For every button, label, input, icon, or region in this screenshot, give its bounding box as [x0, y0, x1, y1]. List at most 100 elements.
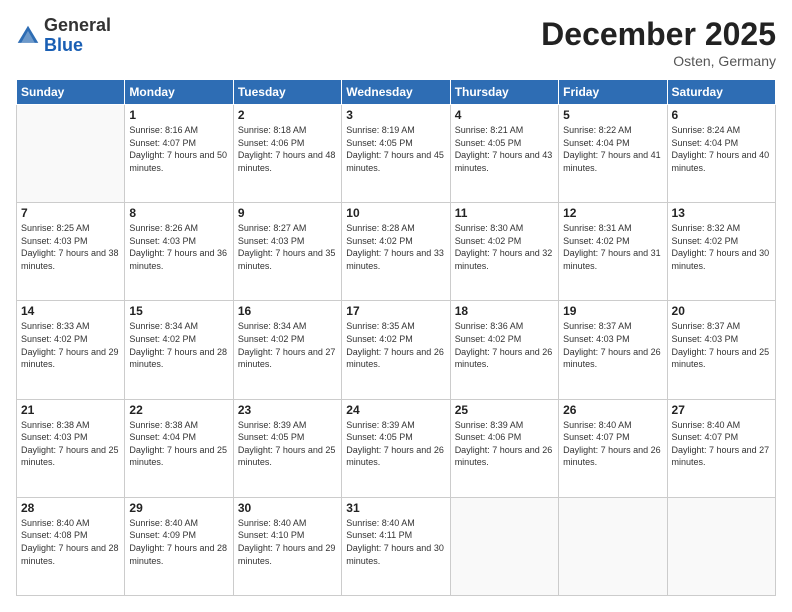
calendar-cell: 15Sunrise: 8:34 AMSunset: 4:02 PMDayligh…: [125, 301, 233, 399]
calendar-week-1: 1 Sunrise: 8:16 AMSunset: 4:07 PMDaylight…: [17, 105, 776, 203]
day-info: Sunrise: 8:34 AMSunset: 4:02 PMDaylight:…: [238, 320, 337, 370]
calendar-cell: 21 Sunrise: 8:38 AMSunset: 4:03 PMDayligh…: [17, 399, 125, 497]
calendar-cell: 13 Sunrise: 8:32 AMSunset: 4:02 PMDayligh…: [667, 203, 775, 301]
calendar-cell: 9Sunrise: 8:27 AMSunset: 4:03 PMDaylight…: [233, 203, 341, 301]
calendar-cell: 30Sunrise: 8:40 AMSunset: 4:10 PMDayligh…: [233, 497, 341, 595]
day-number: 26: [563, 403, 662, 417]
calendar-cell: 28 Sunrise: 8:40 AMSunset: 4:08 PMDayligh…: [17, 497, 125, 595]
day-info: Sunrise: 8:31 AMSunset: 4:02 PMDaylight:…: [563, 222, 662, 272]
calendar-header-monday: Monday: [125, 80, 233, 105]
calendar-cell: 12 Sunrise: 8:31 AMSunset: 4:02 PMDayligh…: [559, 203, 667, 301]
calendar-header-wednesday: Wednesday: [342, 80, 450, 105]
calendar-header-sunday: Sunday: [17, 80, 125, 105]
day-number: 25: [455, 403, 554, 417]
day-info: Sunrise: 8:40 AMSunset: 4:09 PMDaylight:…: [129, 517, 228, 567]
day-info: Sunrise: 8:18 AMSunset: 4:06 PMDaylight:…: [238, 124, 337, 174]
logo-text: General Blue: [44, 16, 111, 56]
logo: General Blue: [16, 16, 111, 56]
calendar-cell: 1 Sunrise: 8:16 AMSunset: 4:07 PMDaylight…: [125, 105, 233, 203]
day-number: 29: [129, 501, 228, 515]
day-info: Sunrise: 8:37 AMSunset: 4:03 PMDaylight:…: [563, 320, 662, 370]
day-info: Sunrise: 8:26 AMSunset: 4:03 PMDaylight:…: [129, 222, 228, 272]
calendar-cell: 8 Sunrise: 8:26 AMSunset: 4:03 PMDaylight…: [125, 203, 233, 301]
calendar-cell: 23 Sunrise: 8:39 AMSunset: 4:05 PMDayligh…: [233, 399, 341, 497]
calendar-cell: 25 Sunrise: 8:39 AMSunset: 4:06 PMDayligh…: [450, 399, 558, 497]
day-number: 13: [672, 206, 771, 220]
day-info: Sunrise: 8:22 AMSunset: 4:04 PMDaylight:…: [563, 124, 662, 174]
calendar-cell: [559, 497, 667, 595]
day-info: Sunrise: 8:32 AMSunset: 4:02 PMDaylight:…: [672, 222, 771, 272]
day-number: 17: [346, 304, 445, 318]
calendar-cell: 27Sunrise: 8:40 AMSunset: 4:07 PMDayligh…: [667, 399, 775, 497]
month-title: December 2025: [541, 16, 776, 53]
location: Osten, Germany: [541, 53, 776, 69]
calendar-header-tuesday: Tuesday: [233, 80, 341, 105]
calendar-week-4: 21 Sunrise: 8:38 AMSunset: 4:03 PMDayligh…: [17, 399, 776, 497]
day-info: Sunrise: 8:30 AMSunset: 4:02 PMDaylight:…: [455, 222, 554, 272]
day-number: 19: [563, 304, 662, 318]
day-number: 3: [346, 108, 445, 122]
calendar-cell: 26Sunrise: 8:40 AMSunset: 4:07 PMDayligh…: [559, 399, 667, 497]
day-number: 7: [21, 206, 120, 220]
calendar-cell: [17, 105, 125, 203]
day-info: Sunrise: 8:36 AMSunset: 4:02 PMDaylight:…: [455, 320, 554, 370]
title-block: December 2025 Osten, Germany: [541, 16, 776, 69]
calendar-body: 1 Sunrise: 8:16 AMSunset: 4:07 PMDaylight…: [17, 105, 776, 596]
day-info: Sunrise: 8:16 AMSunset: 4:07 PMDaylight:…: [129, 124, 228, 174]
day-number: 2: [238, 108, 337, 122]
calendar-header-row: SundayMondayTuesdayWednesdayThursdayFrid…: [17, 80, 776, 105]
header: General Blue December 2025 Osten, German…: [16, 16, 776, 69]
day-number: 24: [346, 403, 445, 417]
calendar-cell: 18 Sunrise: 8:36 AMSunset: 4:02 PMDayligh…: [450, 301, 558, 399]
day-number: 6: [672, 108, 771, 122]
day-number: 20: [672, 304, 771, 318]
day-number: 9: [238, 206, 337, 220]
day-info: Sunrise: 8:35 AMSunset: 4:02 PMDaylight:…: [346, 320, 445, 370]
calendar-cell: 7 Sunrise: 8:25 AMSunset: 4:03 PMDaylight…: [17, 203, 125, 301]
day-number: 21: [21, 403, 120, 417]
day-number: 12: [563, 206, 662, 220]
calendar-cell: 10Sunrise: 8:28 AMSunset: 4:02 PMDayligh…: [342, 203, 450, 301]
day-number: 31: [346, 501, 445, 515]
day-number: 14: [21, 304, 120, 318]
day-info: Sunrise: 8:39 AMSunset: 4:05 PMDaylight:…: [346, 419, 445, 469]
calendar-header-saturday: Saturday: [667, 80, 775, 105]
day-info: Sunrise: 8:39 AMSunset: 4:06 PMDaylight:…: [455, 419, 554, 469]
calendar-cell: [450, 497, 558, 595]
day-info: Sunrise: 8:40 AMSunset: 4:10 PMDaylight:…: [238, 517, 337, 567]
day-number: 11: [455, 206, 554, 220]
day-number: 1: [129, 108, 228, 122]
logo-blue: Blue: [44, 36, 111, 56]
day-number: 10: [346, 206, 445, 220]
page: General Blue December 2025 Osten, German…: [0, 0, 792, 612]
calendar-header-thursday: Thursday: [450, 80, 558, 105]
calendar-week-5: 28 Sunrise: 8:40 AMSunset: 4:08 PMDayligh…: [17, 497, 776, 595]
day-number: 18: [455, 304, 554, 318]
day-info: Sunrise: 8:24 AMSunset: 4:04 PMDaylight:…: [672, 124, 771, 174]
day-number: 4: [455, 108, 554, 122]
calendar-cell: 22Sunrise: 8:38 AMSunset: 4:04 PMDayligh…: [125, 399, 233, 497]
calendar-cell: 16Sunrise: 8:34 AMSunset: 4:02 PMDayligh…: [233, 301, 341, 399]
day-number: 28: [21, 501, 120, 515]
day-info: Sunrise: 8:33 AMSunset: 4:02 PMDaylight:…: [21, 320, 120, 370]
calendar-header-friday: Friday: [559, 80, 667, 105]
calendar-cell: 6 Sunrise: 8:24 AMSunset: 4:04 PMDaylight…: [667, 105, 775, 203]
calendar-week-3: 14 Sunrise: 8:33 AMSunset: 4:02 PMDayligh…: [17, 301, 776, 399]
day-info: Sunrise: 8:39 AMSunset: 4:05 PMDaylight:…: [238, 419, 337, 469]
day-info: Sunrise: 8:25 AMSunset: 4:03 PMDaylight:…: [21, 222, 120, 272]
day-number: 23: [238, 403, 337, 417]
day-info: Sunrise: 8:40 AMSunset: 4:08 PMDaylight:…: [21, 517, 120, 567]
day-info: Sunrise: 8:40 AMSunset: 4:11 PMDaylight:…: [346, 517, 445, 567]
calendar-cell: 17 Sunrise: 8:35 AMSunset: 4:02 PMDayligh…: [342, 301, 450, 399]
calendar-table: SundayMondayTuesdayWednesdayThursdayFrid…: [16, 79, 776, 596]
logo-general: General: [44, 16, 111, 36]
day-number: 27: [672, 403, 771, 417]
calendar-cell: 14 Sunrise: 8:33 AMSunset: 4:02 PMDayligh…: [17, 301, 125, 399]
calendar-cell: 3Sunrise: 8:19 AMSunset: 4:05 PMDaylight…: [342, 105, 450, 203]
calendar-cell: 19 Sunrise: 8:37 AMSunset: 4:03 PMDayligh…: [559, 301, 667, 399]
day-info: Sunrise: 8:38 AMSunset: 4:03 PMDaylight:…: [21, 419, 120, 469]
calendar-cell: [667, 497, 775, 595]
calendar-cell: 24 Sunrise: 8:39 AMSunset: 4:05 PMDayligh…: [342, 399, 450, 497]
day-number: 8: [129, 206, 228, 220]
day-info: Sunrise: 8:21 AMSunset: 4:05 PMDaylight:…: [455, 124, 554, 174]
